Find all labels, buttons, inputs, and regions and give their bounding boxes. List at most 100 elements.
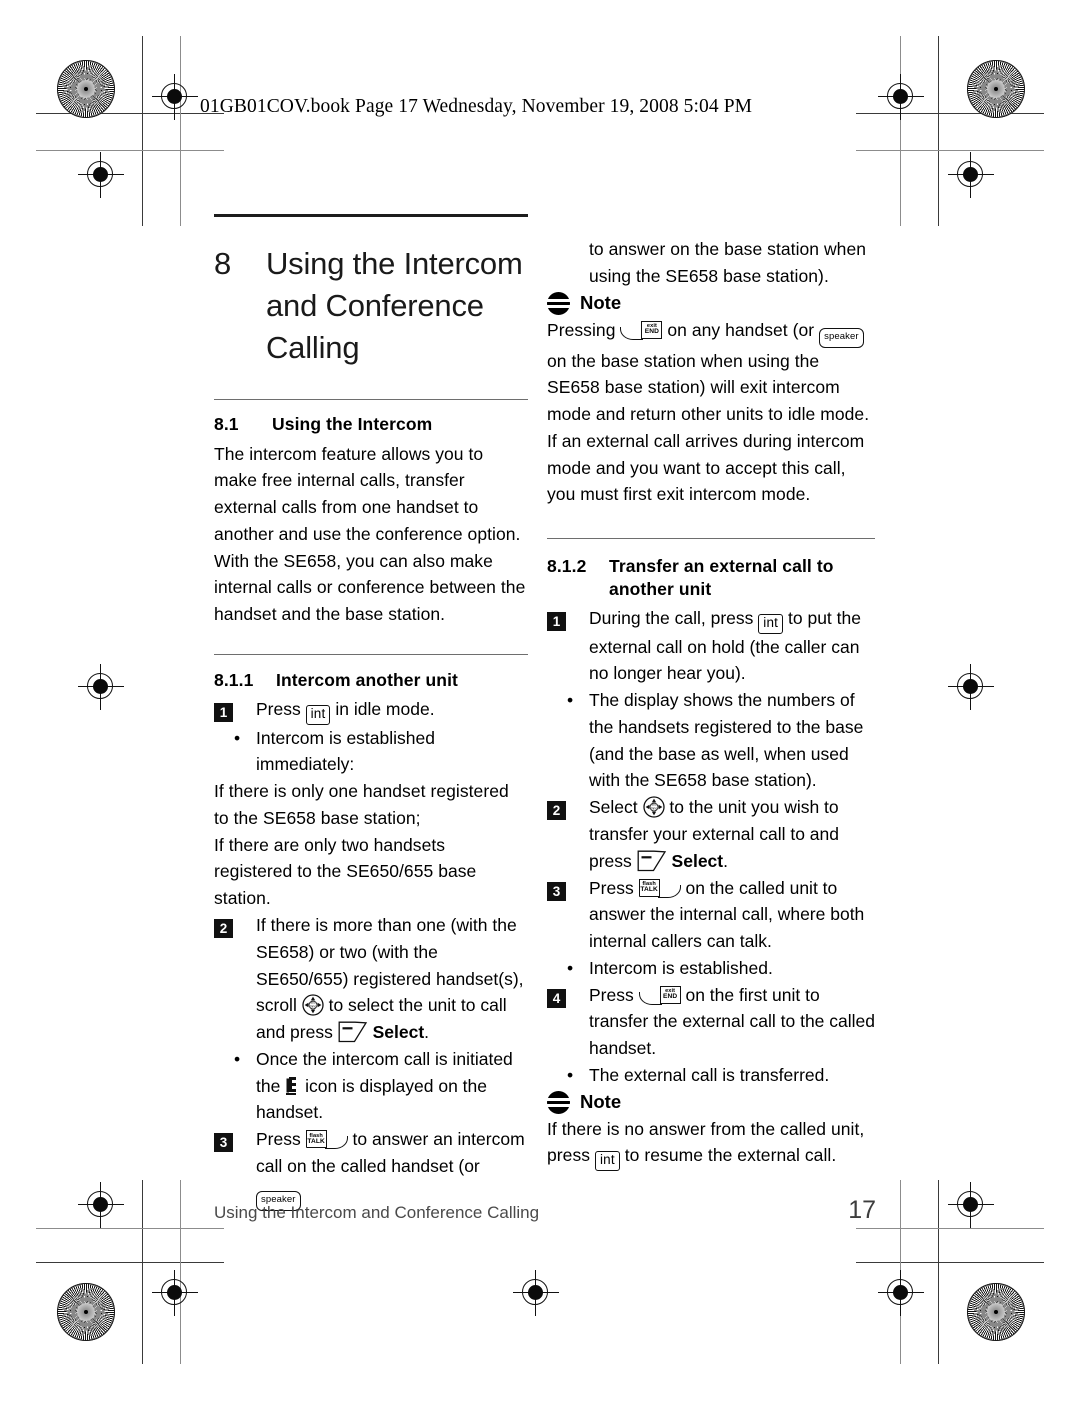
footer-chapter-title: Using the Intercom and Conference Callin…	[214, 1203, 540, 1222]
step-text-before-key: Press	[589, 877, 634, 898]
note-label: Note	[580, 292, 622, 314]
note-icon-stripe	[547, 304, 570, 308]
softkey-label-select: Select	[671, 850, 724, 871]
section-812-title: Transfer an external call to another uni…	[609, 555, 875, 601]
step-text-before-key: During the call, press	[589, 607, 754, 628]
int-key-icon[interactable]: int	[758, 613, 784, 634]
chapter-title-line-2: and Conference	[266, 287, 484, 323]
note-icon-stripe	[547, 1103, 570, 1107]
navigation-scroll-key-icon[interactable]: abc mno	[302, 994, 324, 1016]
step-item: 1 During the call, press int to put the …	[547, 605, 875, 688]
step2-period: .	[424, 1022, 430, 1043]
svg-text:mno: mno	[310, 1005, 317, 1009]
talk-key-tail	[324, 1136, 348, 1150]
right-column: to answer on the base station when using…	[547, 236, 875, 1172]
bullet-dot: •	[234, 1048, 241, 1069]
soft-key-icon[interactable]	[338, 1021, 368, 1044]
talk-key-icon[interactable]: flash TALK	[638, 878, 681, 899]
end-key-icon[interactable]: exit END	[620, 320, 663, 341]
bullet-item: • Intercom is established.	[547, 955, 875, 982]
step-item: 4 Press exit END on the first unit to tr…	[547, 982, 875, 1062]
chapter-number: 8	[214, 246, 232, 281]
section-812-number: 8.1.2	[547, 556, 587, 577]
softkey-label-select: Select	[372, 1022, 425, 1043]
section-811-rule	[214, 653, 528, 655]
note1-text-part-a: Pressing	[547, 319, 616, 340]
end-key-icon[interactable]: exit END	[638, 985, 681, 1006]
end-key-tail	[620, 326, 644, 340]
int-key-icon[interactable]: int	[305, 704, 331, 725]
step-text-before-key: Select	[589, 797, 638, 818]
end-key-label-end: END	[644, 328, 660, 336]
note-icon-disc	[547, 1090, 570, 1114]
step-number-badge: 1	[214, 696, 256, 725]
section-81-rule	[214, 398, 528, 400]
bullet-item: • Intercom is established immediately:	[214, 725, 528, 779]
talk-key-label-talk: TALK	[640, 886, 658, 894]
navigation-scroll-key-icon[interactable]: abc mno	[642, 796, 665, 818]
note-heading: Note	[547, 1090, 875, 1114]
talk-key-icon[interactable]: flash TALK	[305, 1130, 348, 1150]
section-811-title: Intercom another unit	[276, 669, 458, 690]
footer-page-number: 17	[848, 1196, 876, 1224]
bullet-dot: •	[567, 690, 574, 711]
step-text: Press flash TALK on the called unit to a…	[589, 875, 875, 955]
note-icon	[547, 291, 570, 315]
note-icon-stripe	[547, 1097, 570, 1101]
section-81-title: Using the Intercom	[272, 413, 433, 434]
chapter-heading: 8 Using the Intercom and Conference Call…	[214, 243, 528, 369]
step-number-badge: 2	[547, 794, 589, 874]
step-text-before-key: Press	[589, 984, 634, 1005]
intercom-display-glyph-icon	[285, 1076, 300, 1096]
bullet-text: The display shows the numbers of the han…	[589, 690, 864, 791]
chapter-rule	[214, 214, 528, 217]
note1-body: Pressing exit END on any handset (or spe…	[547, 317, 875, 509]
section-811-heading: 8.1.1 Intercom another unit	[214, 669, 528, 692]
note1-lead-in-text: to answer on the base station when using…	[589, 239, 867, 286]
bullet-dot: •	[234, 727, 241, 748]
talk-key-tail	[657, 884, 681, 898]
section-812-rule	[547, 538, 875, 540]
chapter-title-line-1: Using the Intercom	[266, 246, 523, 281]
step-number-badge: 2	[214, 912, 256, 1046]
bullet-text: The external call is transferred.	[589, 1064, 830, 1085]
step-text-before-key: Press	[256, 698, 301, 719]
soft-key-icon[interactable]	[637, 850, 667, 873]
step1-condition-1: If there is only one handset registered …	[214, 781, 509, 828]
end-key-tail	[638, 991, 662, 1005]
step-text-after-key: in idle mode.	[335, 698, 435, 719]
section-81-paragraph: The intercom feature allows you to make …	[214, 443, 526, 625]
section-81-number: 8.1	[214, 413, 239, 434]
step-number-badge: 1	[547, 605, 589, 688]
step-text: Select abc mno to the unit you wish to t…	[589, 794, 875, 874]
chapter-title-line-3: Calling	[266, 329, 360, 365]
note-icon-stripe	[547, 298, 570, 302]
bullet-item: • Once the intercom call is initiated th…	[214, 1046, 528, 1126]
bullet-item: • The external call is transferred.	[547, 1062, 875, 1089]
note-heading: Note	[547, 291, 875, 315]
section-812-title-line-2: another unit	[609, 578, 712, 599]
step-number-badge: 3	[547, 875, 589, 955]
page-content: 8 Using the Intercom and Conference Call…	[0, 0, 1080, 1402]
step-item: 1 Press int in idle mode.	[214, 696, 528, 725]
section-81-heading: 8.1 Using the Intercom	[214, 414, 528, 435]
note1-text-part-b: on any handset (or	[667, 319, 815, 340]
chapter-title: Using the Intercom and Conference Callin…	[266, 243, 528, 369]
int-key-icon[interactable]: int	[594, 1151, 620, 1172]
step-text: Press exit END on the first unit to tran…	[589, 982, 875, 1062]
page-footer: Using the Intercom and Conference Callin…	[214, 1196, 876, 1225]
step-text: If there is more than one (with the SE65…	[256, 912, 528, 1046]
step-number-badge: 4	[547, 982, 589, 1062]
bullet-text: Intercom is established.	[589, 957, 773, 978]
end-key-label-end: END	[662, 993, 678, 1001]
bullet-text: Intercom is established immediately:	[256, 727, 435, 775]
note2-text-part-b: to resume the external call.	[624, 1145, 837, 1166]
bullet-dot: •	[567, 1064, 574, 1085]
talk-key-label-talk: TALK	[307, 1137, 325, 1145]
note-icon	[547, 1090, 570, 1114]
note-label: Note	[580, 1091, 622, 1113]
speaker-key-icon[interactable]: speaker	[819, 327, 864, 348]
bullet-text: Once the intercom call is initiated the …	[256, 1046, 528, 1126]
note2-body: If there is no answer from the called un…	[547, 1116, 875, 1172]
step-text-before-key: Press	[256, 1129, 301, 1150]
